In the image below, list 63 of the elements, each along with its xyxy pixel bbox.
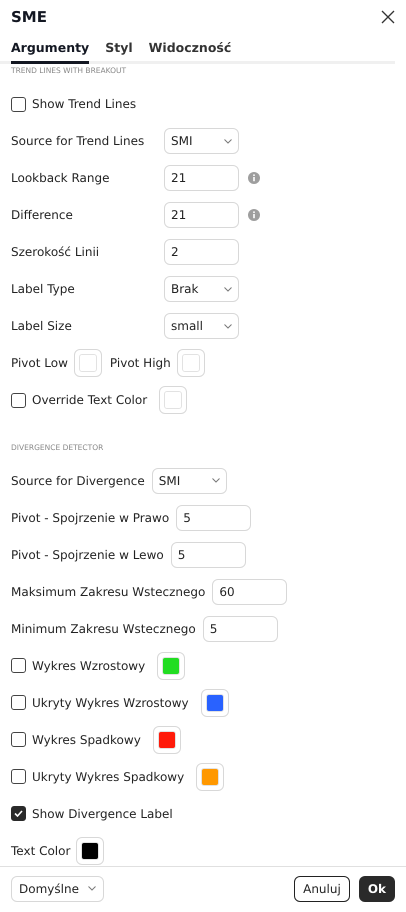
color-swatch[interactable]: [159, 386, 188, 414]
color-swatch[interactable]: [152, 726, 181, 754]
field-label: Difference: [11, 207, 74, 224]
field-label: Source for Trend Lines: [11, 133, 146, 150]
checkbox[interactable]: [11, 96, 26, 112]
cancel-button[interactable]: Anuluj: [294, 876, 350, 902]
dialog-title: SME: [11, 6, 47, 28]
number-input[interactable]: 5: [202, 616, 278, 642]
tab[interactable]: Styl: [105, 38, 133, 64]
info-icon[interactable]: [248, 209, 260, 222]
checkbox[interactable]: [11, 732, 26, 748]
checkbox-option[interactable]: Show Trend Lines: [11, 95, 136, 114]
chevron-down-icon: [224, 324, 232, 329]
checkbox-option[interactable]: Ukryty Wykres Wzrostowy: [11, 694, 189, 712]
color-swatch[interactable]: [76, 836, 104, 865]
color-swatch[interactable]: [74, 349, 102, 378]
preset-dropdown[interactable]: Domyślne: [11, 876, 104, 902]
color-swatch[interactable]: [157, 652, 186, 680]
field-label: Maksimum Zakresu Wstecznego: [11, 584, 206, 601]
select-dropdown[interactable]: SMI: [152, 468, 227, 494]
color-swatch[interactable]: [200, 688, 229, 717]
number-input[interactable]: 5: [176, 504, 252, 531]
chevron-down-icon: [224, 138, 232, 144]
field-label: Pivot - Spojrzenie w Prawo: [11, 510, 170, 527]
field-label: Source for Divergence: [11, 472, 145, 490]
field-label: Minimum Zakresu Wstecznego: [11, 620, 196, 638]
checkbox[interactable]: [11, 806, 26, 822]
tab[interactable]: Widoczność: [148, 38, 232, 64]
field-label: Pivot High: [110, 355, 171, 372]
tab[interactable]: Argumenty: [11, 38, 90, 64]
color-swatch[interactable]: [196, 762, 224, 791]
checkbox-option[interactable]: Wykres Wzrostowy: [11, 656, 146, 675]
checkbox[interactable]: [11, 392, 26, 408]
checkbox-option[interactable]: Show Divergence Label: [11, 804, 173, 823]
close-icon[interactable]: [381, 10, 395, 24]
number-input[interactable]: 5: [170, 542, 246, 568]
chevron-down-icon: [212, 478, 220, 484]
field-label: Text Color: [11, 842, 70, 860]
field-label: Label Size: [11, 318, 73, 336]
checkbox[interactable]: [11, 769, 26, 784]
field-label: Szerokość Linii: [11, 244, 100, 262]
checkbox-option[interactable]: Override Text Color: [11, 391, 148, 410]
color-swatch[interactable]: [176, 349, 205, 378]
number-input[interactable]: 21: [164, 202, 239, 228]
number-input[interactable]: 2: [164, 239, 239, 266]
checkbox-option[interactable]: Wykres Spadkowy: [11, 730, 141, 749]
info-icon[interactable]: [248, 172, 260, 184]
field-label: Lookback Range: [11, 170, 110, 188]
ok-button[interactable]: Ok: [358, 876, 395, 902]
field-label: Pivot Low: [11, 355, 68, 372]
select-dropdown[interactable]: SMI: [164, 128, 239, 154]
select-dropdown[interactable]: small: [164, 313, 239, 340]
number-input[interactable]: 60: [212, 578, 288, 605]
checkbox-option[interactable]: Ukryty Wykres Spadkowy: [11, 768, 184, 786]
checkbox[interactable]: [11, 695, 26, 710]
select-dropdown[interactable]: Brak: [164, 276, 239, 302]
checkbox[interactable]: [11, 658, 26, 674]
field-label: Label Type: [11, 281, 76, 298]
chevron-down-icon: [88, 886, 96, 892]
chevron-down-icon: [224, 286, 232, 292]
field-label: Pivot - Spojrzenie w Lewo: [11, 546, 164, 564]
checkmark-icon: [14, 810, 23, 818]
number-input[interactable]: 21: [164, 165, 239, 192]
